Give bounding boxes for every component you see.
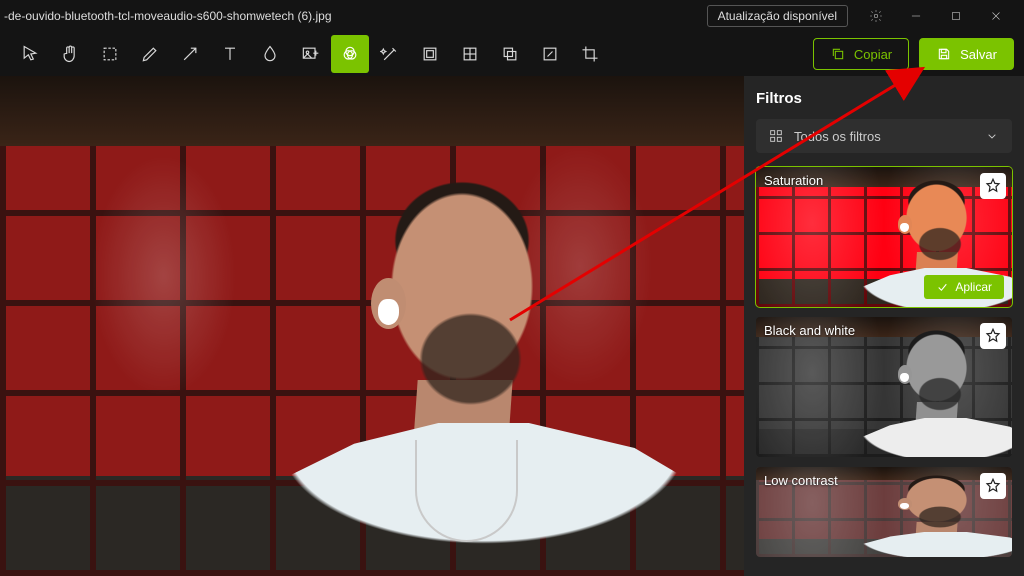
file-name: -de-ouvido-bluetooth-tcl-moveaudio-s600-… xyxy=(0,9,707,23)
star-icon xyxy=(984,327,1002,345)
crop-tool[interactable] xyxy=(571,35,609,73)
close-icon xyxy=(989,9,1003,23)
save-label: Salvar xyxy=(960,47,997,62)
filter-thumb-bw[interactable]: Black and white xyxy=(756,317,1012,457)
maximize-button[interactable] xyxy=(936,0,976,32)
overlay-tool[interactable] xyxy=(491,35,529,73)
apply-label: Aplicar xyxy=(955,280,992,294)
favorite-toggle[interactable] xyxy=(980,173,1006,199)
frame-tool[interactable] xyxy=(411,35,449,73)
panel-title: Filtros xyxy=(756,90,1012,107)
check-icon xyxy=(936,281,949,294)
toolbar: Copiar Salvar xyxy=(0,32,1024,76)
minimize-icon xyxy=(909,9,923,23)
minimize-button[interactable] xyxy=(896,0,936,32)
filter-thumb-lowcontrast[interactable]: Low contrast xyxy=(756,467,1012,557)
grid-tool[interactable] xyxy=(451,35,489,73)
apply-filter-button[interactable]: Aplicar xyxy=(924,275,1004,299)
grid-small-icon xyxy=(768,128,784,144)
star-icon xyxy=(984,477,1002,495)
dropdown-label: Todos os filtros xyxy=(794,129,881,144)
filter-name: Saturation xyxy=(764,173,823,188)
copy-icon xyxy=(830,46,846,62)
gear-icon xyxy=(869,9,883,23)
filters-panel: Filtros Todos os filtros Saturation Apli… xyxy=(744,76,1024,576)
image-plus-icon xyxy=(300,44,320,64)
settings-button[interactable] xyxy=(856,0,896,32)
maximize-icon xyxy=(949,9,963,23)
filter-category-dropdown[interactable]: Todos os filtros xyxy=(756,119,1012,153)
image-tool[interactable] xyxy=(291,35,329,73)
crop-icon xyxy=(580,44,600,64)
arrow-icon xyxy=(180,44,200,64)
image-canvas[interactable] xyxy=(0,76,744,576)
marquee-icon xyxy=(100,44,120,64)
filter-name: Low contrast xyxy=(764,473,838,488)
venn-icon xyxy=(340,44,360,64)
star-icon xyxy=(984,177,1002,195)
main-area: Filtros Todos os filtros Saturation Apli… xyxy=(0,76,1024,576)
favorite-toggle[interactable] xyxy=(980,323,1006,349)
marquee-tool[interactable] xyxy=(91,35,129,73)
filter-name: Black and white xyxy=(764,323,855,338)
frame-icon xyxy=(420,44,440,64)
update-available-pill[interactable]: Atualização disponível xyxy=(707,5,848,27)
wand-icon xyxy=(380,44,400,64)
overlay-icon xyxy=(500,44,520,64)
hand-tool[interactable] xyxy=(51,35,89,73)
grid-icon xyxy=(460,44,480,64)
save-icon xyxy=(936,46,952,62)
chevron-down-icon xyxy=(984,128,1000,144)
droplet-icon xyxy=(260,44,280,64)
pencil-icon xyxy=(140,44,160,64)
blur-tool[interactable] xyxy=(251,35,289,73)
cursor-tool[interactable] xyxy=(11,35,49,73)
cursor-icon xyxy=(20,44,40,64)
filter-thumb-saturation[interactable]: Saturation Aplicar xyxy=(756,167,1012,307)
text-tool[interactable] xyxy=(211,35,249,73)
pencil-tool[interactable] xyxy=(131,35,169,73)
filters-tool[interactable] xyxy=(331,35,369,73)
copy-button[interactable]: Copiar xyxy=(813,38,909,70)
magic-tool[interactable] xyxy=(371,35,409,73)
copy-label: Copiar xyxy=(854,47,892,62)
hand-icon xyxy=(60,44,80,64)
arrow-tool[interactable] xyxy=(171,35,209,73)
text-icon xyxy=(220,44,240,64)
favorite-toggle[interactable] xyxy=(980,473,1006,499)
resize-tool[interactable] xyxy=(531,35,569,73)
save-button[interactable]: Salvar xyxy=(919,38,1014,70)
titlebar: -de-ouvido-bluetooth-tcl-moveaudio-s600-… xyxy=(0,0,1024,32)
resize-icon xyxy=(540,44,560,64)
close-button[interactable] xyxy=(976,0,1016,32)
